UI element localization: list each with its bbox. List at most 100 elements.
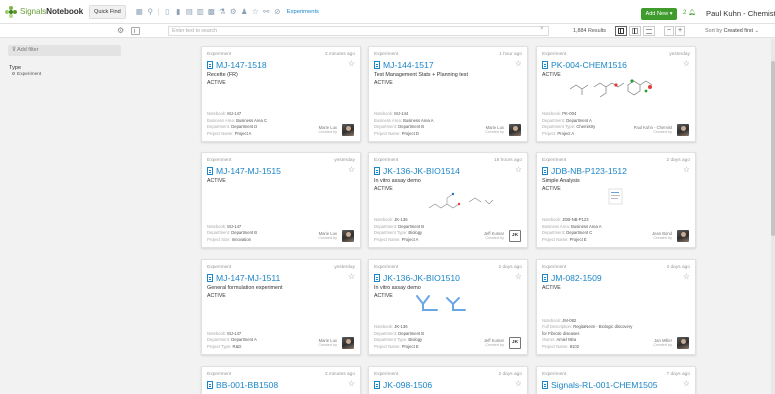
card-title-link[interactable]: JK-136-JK-BIO1514 <box>374 166 460 176</box>
search-input[interactable] <box>168 26 549 36</box>
experiment-card[interactable]: Experiment 3 minutes ago BB-001-BB1508 ☆ <box>201 366 361 394</box>
clear-search-icon[interactable]: × <box>540 26 544 32</box>
user-menu[interactable]: Paul Kuhn - Chemist - <box>706 9 775 18</box>
experiment-doc-icon <box>207 381 213 389</box>
metadata-key: Department: <box>374 223 398 229</box>
card-title-link[interactable]: JM-082-1509 <box>542 273 602 283</box>
scrollbar-thumb[interactable] <box>771 61 775 236</box>
avatar[interactable] <box>677 230 689 242</box>
panel-toggle-icon[interactable] <box>131 27 140 35</box>
zoom-in-button[interactable]: + <box>675 26 685 36</box>
experiment-card[interactable]: Experiment 1 hour ago MJ-144-1517 ☆ Test Man… <box>368 46 528 142</box>
add-filter-button[interactable]: ⊽ Add filter <box>8 45 121 56</box>
experiment-card[interactable]: Experiment 3 minutes ago MJ-147-1518 ☆ Recet… <box>201 46 361 142</box>
favorite-star-icon[interactable]: ☆ <box>348 272 355 281</box>
card-title-link[interactable]: JK-098-1506 <box>374 380 432 390</box>
search-icon[interactable]: ⚲ <box>145 6 156 17</box>
brand-name: SignalsNotebook <box>20 7 84 16</box>
card-status: ACTIVE <box>542 72 561 78</box>
card-timestamp: 2 days ago <box>498 372 522 377</box>
favorite-star-icon[interactable]: ☆ <box>683 272 690 281</box>
experiment-card[interactable]: Experiment 3 days ago JM-082-1509 ☆ ACTIVE No… <box>536 259 696 355</box>
avatar[interactable] <box>342 124 354 136</box>
document-thumbnail-jdb1512 <box>608 188 623 205</box>
tag-icon[interactable]: ⊘ <box>272 6 283 17</box>
list-view-button[interactable] <box>643 26 655 36</box>
favorite-star-icon[interactable]: ☆ <box>515 272 522 281</box>
grid-icon[interactable]: ▦ <box>134 6 145 17</box>
metadata-value: PK-004 <box>562 111 577 117</box>
link-icon[interactable]: ⚯ <box>261 6 272 17</box>
favorite-star-icon[interactable]: ☆ <box>348 59 355 68</box>
quick-find-button[interactable]: Quick Find <box>89 4 126 19</box>
card-title-link[interactable]: Signals-RL-001-CHEM1505 <box>542 380 658 390</box>
avatar[interactable] <box>677 124 689 136</box>
metadata-key: Business Area: <box>207 117 235 123</box>
experiment-icon[interactable]: ▯ <box>162 6 173 17</box>
card-title-link[interactable]: JDB-NB-P123-1512 <box>542 166 627 176</box>
experiment-card[interactable]: Experiment yesterday MJ-147-MJ-1511 ☆ Genera… <box>201 259 361 355</box>
avatar[interactable] <box>342 337 354 349</box>
avatar[interactable]: JK <box>509 337 521 349</box>
split-view-button[interactable] <box>629 26 641 36</box>
folder-icon[interactable]: ▤ <box>184 6 195 17</box>
avatar[interactable] <box>342 230 354 242</box>
metadata-key: Full Description: <box>542 324 573 330</box>
card-type: Experiment <box>374 158 399 163</box>
metadata-value: R&D <box>232 343 242 349</box>
favorite-star-icon[interactable]: ☆ <box>683 59 690 68</box>
card-owner: Jan Miller Created by <box>653 338 672 348</box>
favorite-star-icon[interactable]: ☆ <box>515 165 522 174</box>
results-count: 1,884 Results <box>573 28 606 34</box>
metadata-value: Chemistry <box>576 124 596 130</box>
scrollbar[interactable] <box>771 39 775 394</box>
avatar[interactable]: JK <box>509 230 521 242</box>
card-timestamp: yesterday <box>334 265 355 270</box>
sort-dropdown[interactable]: Sort by Created first ⌄ <box>705 28 759 34</box>
card-title-link[interactable]: MJ-144-1517 <box>374 60 434 70</box>
grid-view-button[interactable] <box>615 26 627 36</box>
user-icon[interactable]: ♟ <box>239 6 250 17</box>
avatar[interactable] <box>677 337 689 349</box>
chemistry-icon[interactable]: ⚗ <box>217 6 228 17</box>
card-title: JK-098-1506 <box>383 380 433 390</box>
favorite-star-icon[interactable]: ☆ <box>348 379 355 388</box>
avatar[interactable] <box>509 124 521 136</box>
card-title: PK-004-CHEM1516 <box>551 60 627 70</box>
settings-gear-icon[interactable]: ⚙ <box>117 26 124 35</box>
metadata-value: Department B <box>398 330 425 336</box>
metadata-row: Project Name: Project E <box>542 237 602 243</box>
favorite-star-icon[interactable]: ☆ <box>683 379 690 388</box>
card-title-link[interactable]: MJ-147-MJ-1515 <box>207 166 281 176</box>
experiment-card[interactable]: Experiment 7 days ago Signals-RL-001-CHEM1… <box>536 366 696 394</box>
favorite-star-icon[interactable]: ☆ <box>515 59 522 68</box>
gear-icon[interactable]: ⚙ <box>228 6 239 17</box>
card-title-link[interactable]: BB-001-BB1508 <box>207 380 278 390</box>
card-metadata: Notebook: JDB-NB-P123 Business Area: Busi… <box>542 217 602 243</box>
created-by-label: Created by <box>485 129 504 134</box>
star-icon[interactable]: ☆ <box>250 6 261 17</box>
table-icon[interactable]: ▥ <box>195 6 206 17</box>
favorite-star-icon[interactable]: ☆ <box>683 165 690 174</box>
card-title-link[interactable]: MJ-147-1518 <box>207 60 267 70</box>
card-title-link[interactable]: MJ-147-MJ-1511 <box>207 273 280 283</box>
experiment-card[interactable]: Experiment yesterday MJ-147-MJ-1515 ☆ ACTIVE… <box>201 152 361 248</box>
card-owner: Marie Lux Created by <box>318 125 337 135</box>
metadata-value: Project D <box>401 130 419 136</box>
card-title-link[interactable]: PK-004-CHEM1516 <box>542 60 627 70</box>
favorite-star-icon[interactable]: ☆ <box>515 379 522 388</box>
metadata-key: Notebook: <box>542 217 562 223</box>
notebook-icon[interactable]: ▮ <box>173 6 184 17</box>
experiment-card[interactable]: Experiment 2 days ago JK-098-1506 ☆ <box>368 366 528 394</box>
archive-icon[interactable]: ▩ <box>206 6 217 17</box>
card-metadata: Notebook: MJ-147 Department: Department A… <box>207 331 257 350</box>
bell-icon: 🔔︎ <box>688 10 696 16</box>
app-logo[interactable]: SignalsNotebook <box>5 5 87 18</box>
breadcrumb-experiments[interactable]: Experiments <box>287 9 319 15</box>
favorite-star-icon[interactable]: ☆ <box>348 165 355 174</box>
notifications-button[interactable]: 2 🔔︎ <box>683 9 696 16</box>
card-title-link[interactable]: JK-136-JK-BIO1510 <box>374 273 460 283</box>
filter-option-experiment[interactable]: Experiment <box>12 72 41 77</box>
add-new-button[interactable]: Add New ▾ <box>641 8 677 20</box>
zoom-out-button[interactable]: − <box>664 26 674 36</box>
